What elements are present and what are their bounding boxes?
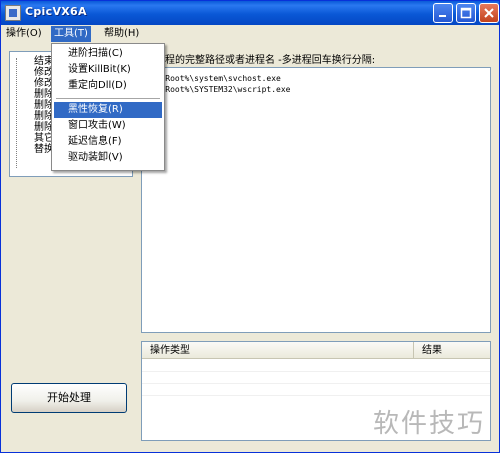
title-bar: CpicVX6A xyxy=(1,1,499,25)
table-row xyxy=(142,384,490,396)
tools-dropdown-menu: 进阶扫描(C) 设置KillBit(K) 重定向Dll(D) 黑性恢复(R) 窗… xyxy=(51,43,165,171)
column-header-result[interactable]: 结果 xyxy=(414,342,490,359)
watermark-text: 软件技巧 xyxy=(372,409,485,439)
menu-item-driver-unload[interactable]: 驱动装卸(V) xyxy=(54,150,162,166)
menu-item-redirect-dll[interactable]: 重定向Dll(D) xyxy=(54,78,162,94)
maximize-icon xyxy=(460,7,472,19)
menu-tools[interactable]: 工具(T) xyxy=(51,26,91,42)
column-header-operation-type[interactable]: 操作类型 xyxy=(142,342,414,359)
menu-item-set-killbit[interactable]: 设置KillBit(K) xyxy=(54,62,162,78)
close-icon xyxy=(484,8,494,18)
menu-operation[interactable]: 操作(O) xyxy=(3,26,45,42)
process-input-textarea[interactable]: stemRoot%\system\svchost.exe stemRoot%\S… xyxy=(141,67,491,333)
minimize-icon xyxy=(439,15,446,17)
menu-item-restore[interactable]: 黑性恢复(R) xyxy=(54,102,162,118)
menu-bar: 操作(O) 工具(T) 帮助(H) xyxy=(1,25,499,43)
menu-help[interactable]: 帮助(H) xyxy=(101,26,142,42)
table-row xyxy=(142,360,490,372)
tree-connector xyxy=(16,58,22,168)
results-table-header: 操作类型 结果 xyxy=(142,342,490,359)
table-row xyxy=(142,372,490,384)
process-input-label: 束进程的完整路径或者进程名 -多进程回车换行分隔: xyxy=(145,55,376,66)
window-title: CpicVX6A xyxy=(25,5,87,18)
maximize-button[interactable] xyxy=(456,3,476,23)
minimize-button[interactable] xyxy=(433,3,453,23)
menu-item-advanced-scan[interactable]: 进阶扫描(C) xyxy=(54,46,162,62)
app-icon xyxy=(5,5,21,21)
menu-separator xyxy=(56,98,160,99)
menu-item-delay-info[interactable]: 延迟信息(F) xyxy=(54,134,162,150)
menu-item-window-attack[interactable]: 窗口攻击(W) xyxy=(54,118,162,134)
start-process-button[interactable]: 开始处理 xyxy=(11,383,127,413)
process-line: stemRoot%\SYSTEM32\wscript.exe xyxy=(146,85,291,94)
close-button[interactable] xyxy=(479,3,499,23)
process-line: stemRoot%\system\svchost.exe xyxy=(146,74,281,83)
main-window: CpicVX6A 操作(O) 工具(T) 帮助(H) 结束 修改 修改 删除 删… xyxy=(0,0,500,453)
